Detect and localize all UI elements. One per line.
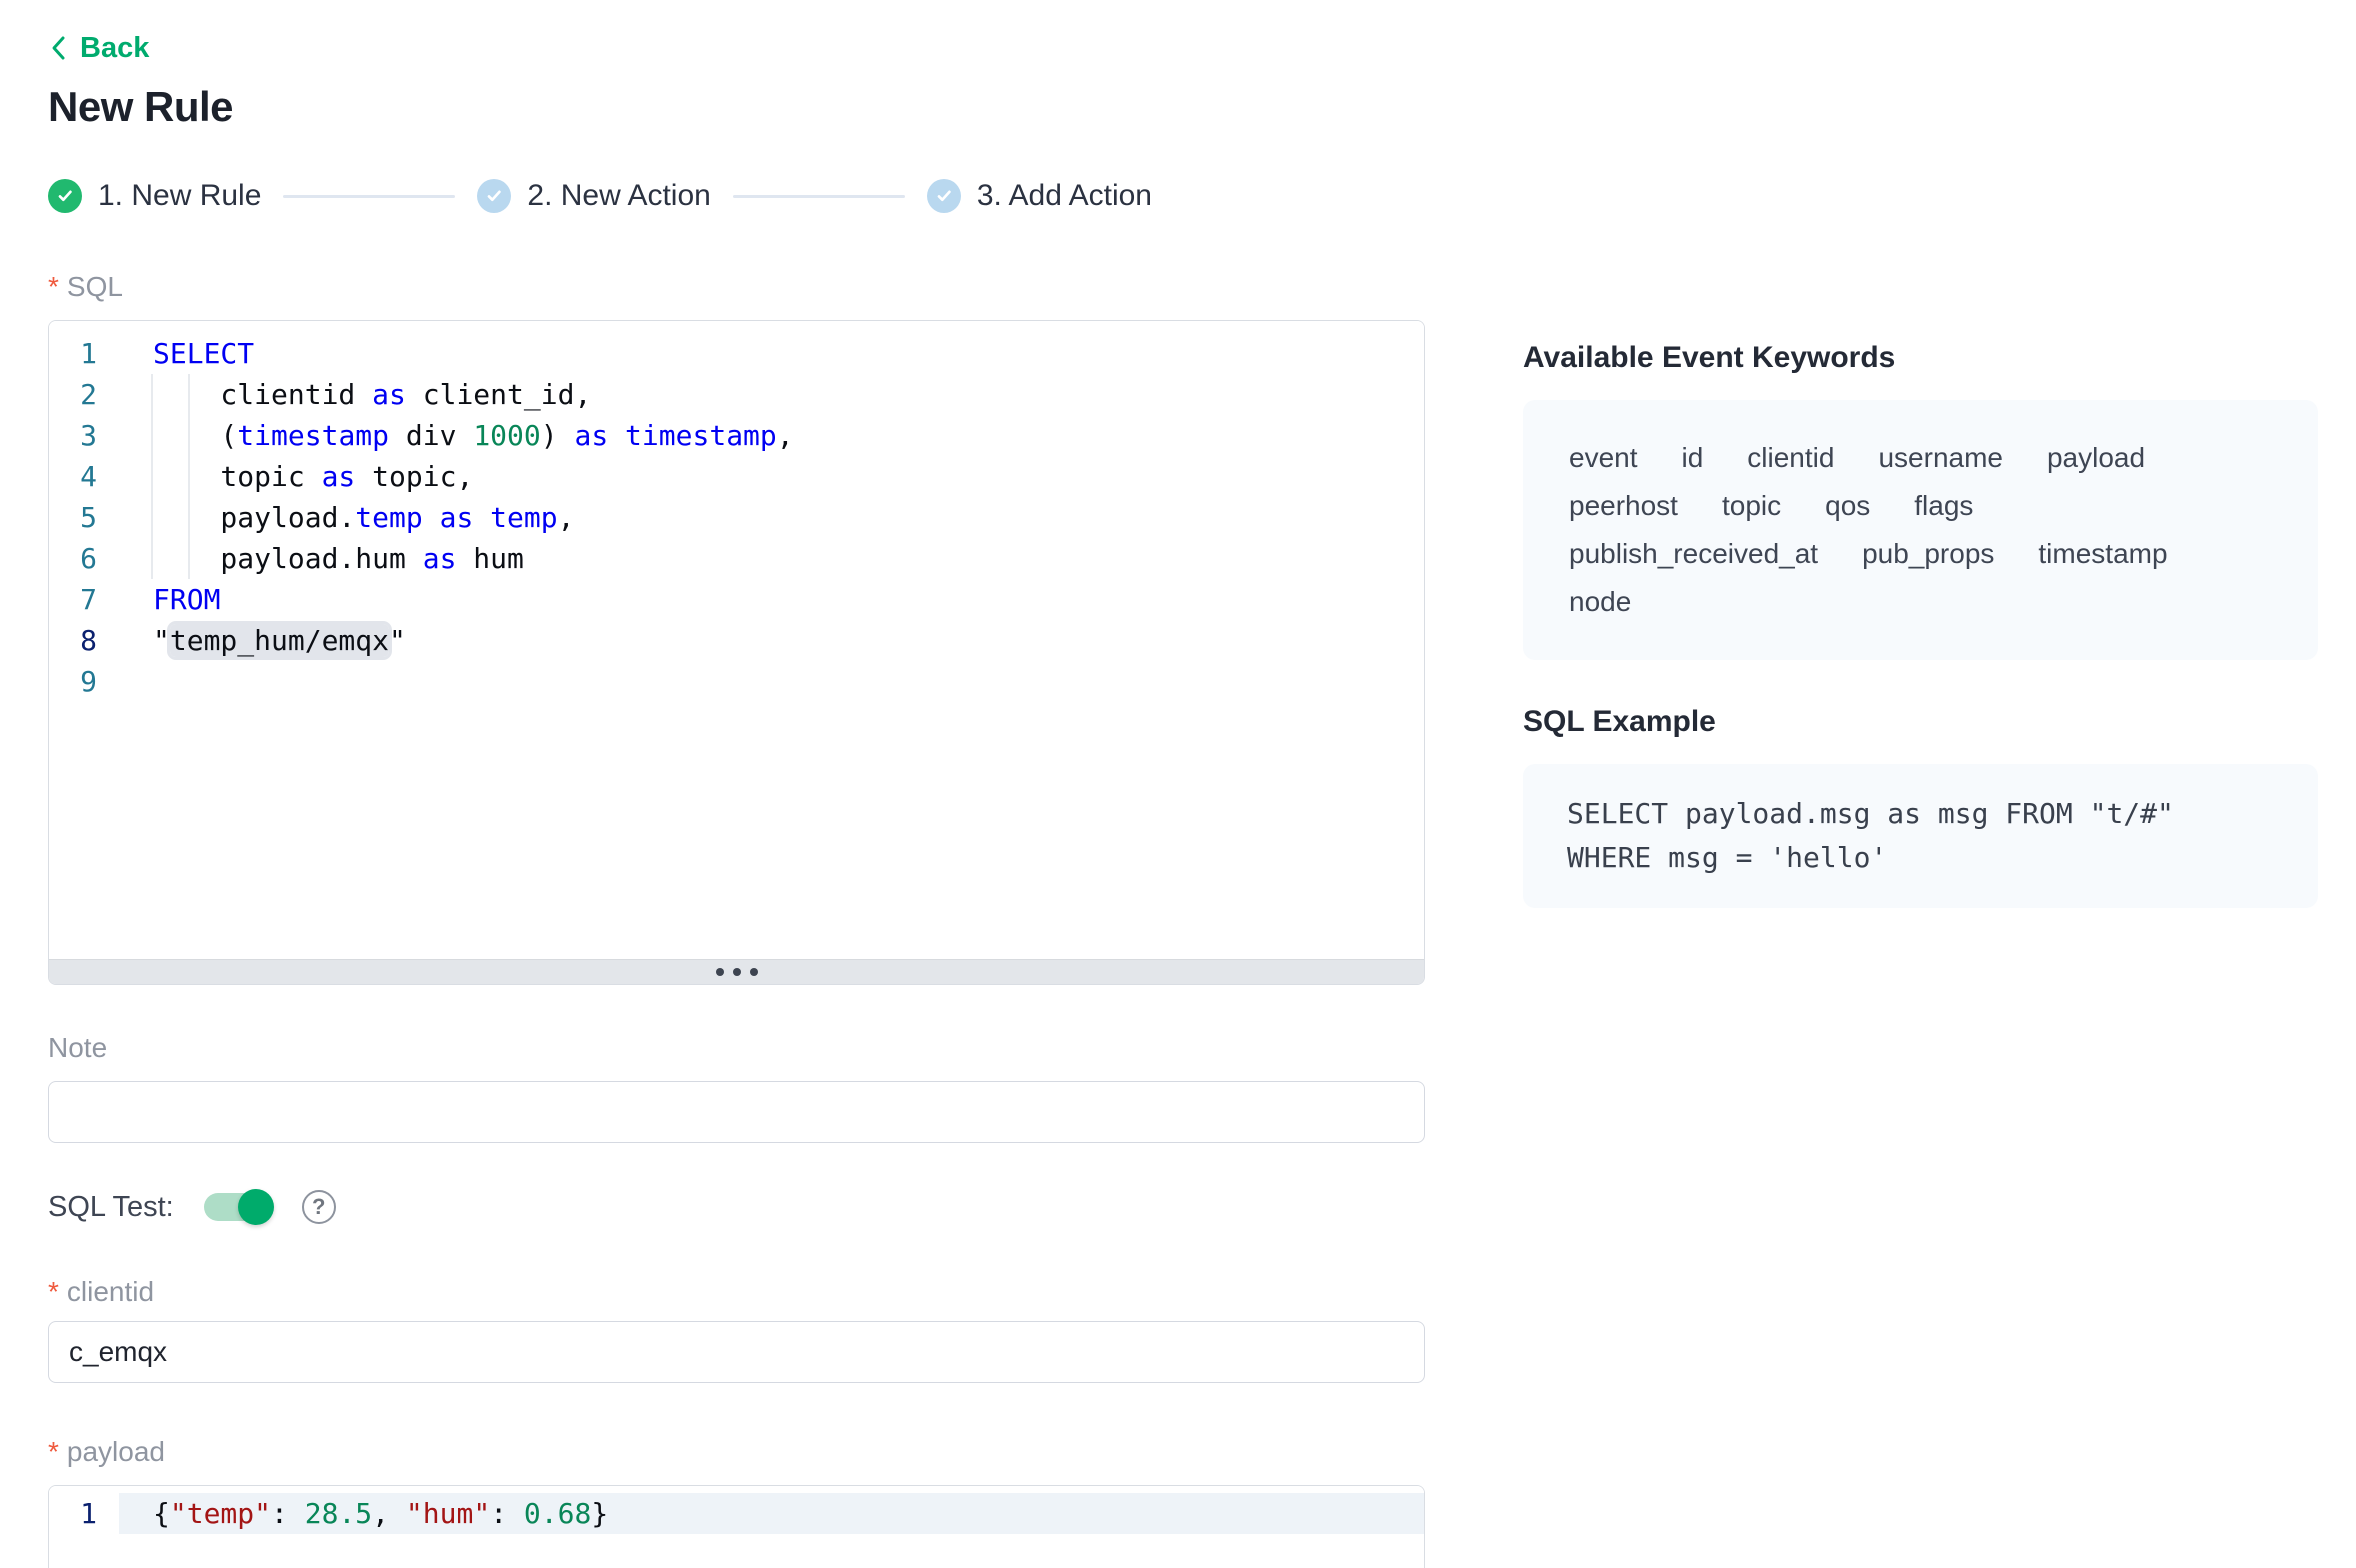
check-circle-icon bbox=[477, 179, 511, 213]
event-keyword: node bbox=[1569, 578, 1631, 626]
indent-guide bbox=[188, 374, 190, 579]
step-add-action[interactable]: 3. Add Action bbox=[927, 179, 1152, 213]
sql-example-line: SELECT payload.msg as msg FROM "t/#" bbox=[1567, 792, 2274, 836]
step-label: 1. New Rule bbox=[98, 179, 261, 213]
step-label: 2. New Action bbox=[527, 179, 710, 213]
sql-editor-body[interactable]: 1SELECT2 clientid as client_id,3 (timest… bbox=[49, 321, 1424, 959]
ellipsis-icon bbox=[716, 968, 758, 976]
code-line-7: 7FROM bbox=[49, 579, 1424, 620]
line-number: 3 bbox=[49, 415, 97, 456]
sql-test-label: SQL Test: bbox=[48, 1191, 174, 1224]
keyword-row: node bbox=[1569, 578, 2272, 626]
step-connector bbox=[733, 195, 905, 198]
event-keyword: clientid bbox=[1747, 434, 1834, 482]
required-asterisk: * bbox=[48, 1436, 59, 1467]
step-label: 3. Add Action bbox=[977, 179, 1152, 213]
line-number: 6 bbox=[49, 538, 97, 579]
event-keyword: topic bbox=[1722, 482, 1781, 530]
keyword-row: eventid clientid username payload bbox=[1569, 434, 2272, 482]
check-circle-icon bbox=[48, 179, 82, 213]
main-form-column: Back New Rule 1. New Rule 2. New Action bbox=[48, 30, 1425, 1568]
required-asterisk: * bbox=[48, 271, 59, 302]
line-number: 7 bbox=[49, 579, 97, 620]
indent-guide bbox=[151, 374, 153, 579]
step-connector bbox=[283, 195, 455, 198]
help-sidebar: Available Event Keywords eventid clientid… bbox=[1523, 340, 2318, 908]
sql-example-heading: SQL Example bbox=[1523, 704, 2318, 740]
event-keyword: flags bbox=[1914, 482, 1973, 530]
payload-field-label: *payload bbox=[48, 1435, 1425, 1469]
code-line-1: 1SELECT bbox=[49, 333, 1424, 374]
payload-editor-body[interactable]: 1{"temp": 28.5, "hum": 0.68} bbox=[49, 1486, 1424, 1568]
code-line-2: 2 clientid as client_id, bbox=[49, 374, 1424, 415]
event-keyword: username bbox=[1878, 434, 2003, 482]
event-keyword: publish_received_at bbox=[1569, 530, 1818, 578]
note-field-label: Note bbox=[48, 1031, 1425, 1065]
clientid-field-label: *clientid bbox=[48, 1275, 1425, 1309]
toggle-knob bbox=[238, 1189, 274, 1225]
sql-field-label: *SQL bbox=[48, 270, 1425, 304]
line-number: 9 bbox=[49, 661, 97, 702]
code-line-9: 9 bbox=[49, 661, 1424, 702]
help-icon[interactable]: ? bbox=[302, 1190, 336, 1224]
keyword-row: publish_received_at pub_props timestamp bbox=[1569, 530, 2272, 578]
code-line-6: 6 payload.hum as hum bbox=[49, 538, 1424, 579]
line-number: 1 bbox=[49, 1493, 97, 1534]
chevron-left-icon bbox=[48, 33, 70, 63]
page-title: New Rule bbox=[48, 82, 1425, 132]
sql-code-editor[interactable]: 1SELECT2 clientid as client_id,3 (timest… bbox=[48, 320, 1425, 985]
editor-resize-handle[interactable] bbox=[49, 959, 1424, 984]
keyword-row: peerhost topic qos flags bbox=[1569, 482, 2272, 530]
check-circle-icon bbox=[927, 179, 961, 213]
step-new-rule[interactable]: 1. New Rule bbox=[48, 179, 261, 213]
code-line-1: 1{"temp": 28.5, "hum": 0.68} bbox=[49, 1493, 1424, 1534]
event-keyword: event bbox=[1569, 434, 1638, 482]
code-line-4: 4 topic as topic, bbox=[49, 456, 1424, 497]
sql-example-panel: SELECT payload.msg as msg FROM "t/#"WHER… bbox=[1523, 764, 2318, 908]
event-keyword: pub_props bbox=[1862, 530, 1994, 578]
payload-code-editor[interactable]: 1{"temp": 28.5, "hum": 0.68} bbox=[48, 1485, 1425, 1568]
code-line-3: 3 (timestamp div 1000) as timestamp, bbox=[49, 415, 1424, 456]
clientid-input[interactable] bbox=[48, 1321, 1425, 1383]
event-keyword: qos bbox=[1825, 482, 1870, 530]
sql-example-line: WHERE msg = 'hello' bbox=[1567, 836, 2274, 880]
note-input[interactable] bbox=[48, 1081, 1425, 1143]
back-label: Back bbox=[80, 32, 149, 65]
code-line-8: 8"temp_hum/emqx" bbox=[49, 620, 1424, 661]
code-line-5: 5 payload.temp as temp, bbox=[49, 497, 1424, 538]
step-new-action[interactable]: 2. New Action bbox=[477, 179, 710, 213]
keywords-heading: Available Event Keywords bbox=[1523, 340, 2318, 376]
line-number: 1 bbox=[49, 333, 97, 374]
keywords-panel: eventid clientid username payload peerhost to… bbox=[1523, 400, 2318, 660]
back-link[interactable]: Back bbox=[48, 30, 1425, 66]
event-keyword: timestamp bbox=[2038, 530, 2167, 578]
sql-test-row: SQL Test: ? bbox=[48, 1189, 1425, 1225]
line-number: 8 bbox=[49, 620, 97, 661]
required-asterisk: * bbox=[48, 1276, 59, 1307]
new-rule-page: Back New Rule 1. New Rule 2. New Action bbox=[0, 0, 2356, 1568]
event-keyword: id bbox=[1682, 434, 1704, 482]
line-number: 4 bbox=[49, 456, 97, 497]
event-keyword: payload bbox=[2047, 434, 2145, 482]
steps-bar: 1. New Rule 2. New Action 3. Add Action bbox=[48, 178, 1425, 214]
line-number: 5 bbox=[49, 497, 97, 538]
line-number: 2 bbox=[49, 374, 97, 415]
event-keyword: peerhost bbox=[1569, 482, 1678, 530]
sql-test-toggle[interactable] bbox=[204, 1193, 272, 1221]
